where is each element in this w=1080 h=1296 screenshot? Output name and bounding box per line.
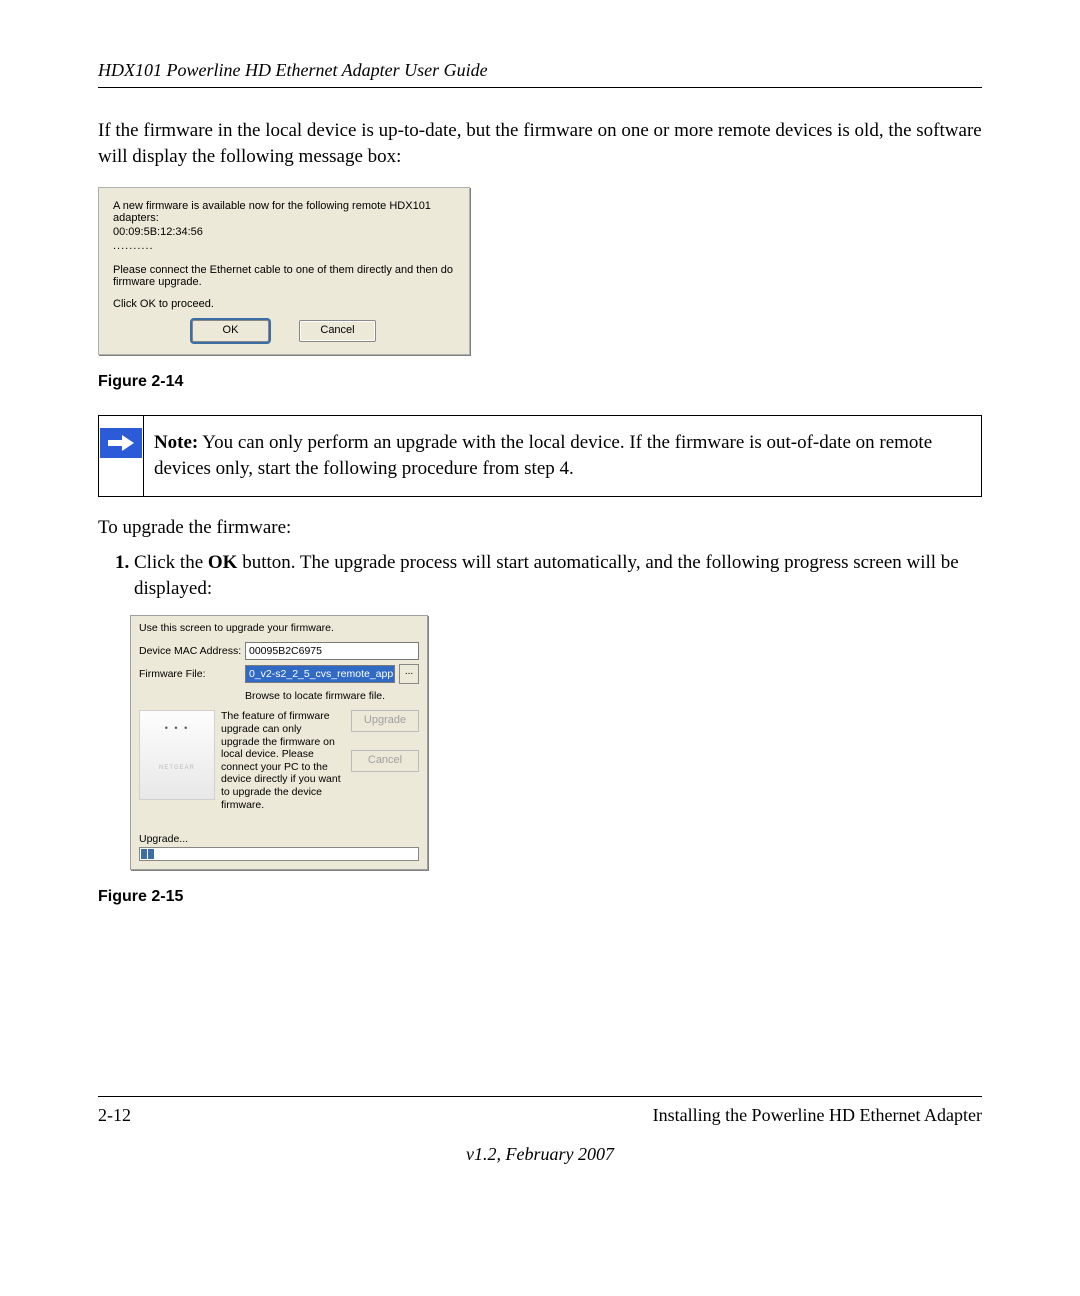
device-image: NETGEAR bbox=[139, 710, 215, 800]
browse-button[interactable]: ... bbox=[399, 664, 419, 684]
figure-caption-2: Figure 2-15 bbox=[98, 888, 982, 906]
figure-caption-1: Figure 2-14 bbox=[98, 373, 982, 391]
firmware-description: The feature of firmware upgrade can only… bbox=[221, 710, 341, 811]
mac-address-field[interactable]: 00095B2C6975 bbox=[245, 642, 419, 660]
upgrade-button[interactable]: Upgrade bbox=[351, 710, 419, 732]
mac-address-label: Device MAC Address: bbox=[139, 645, 245, 657]
upgrade-status: Upgrade... bbox=[139, 833, 419, 845]
dialog1-mac: 00:09:5B:12:34:56 bbox=[113, 226, 455, 238]
cancel-upgrade-button[interactable]: Cancel bbox=[351, 750, 419, 772]
firmware-file-field[interactable]: 0_v2-s2_2_5_cvs_remote_app.ftp bbox=[245, 665, 395, 683]
ok-button[interactable]: OK bbox=[192, 320, 269, 342]
doc-version: v1.2, February 2007 bbox=[98, 1144, 982, 1165]
page-number: 2-12 bbox=[98, 1105, 131, 1126]
intro-paragraph: If the firmware in the local device is u… bbox=[98, 118, 982, 169]
upgrade-intro: To upgrade the firmware: bbox=[98, 515, 982, 541]
note-box: Note: You can only perform an upgrade wi… bbox=[98, 415, 982, 496]
firmware-file-label: Firmware File: bbox=[139, 668, 245, 680]
step1-bold: OK bbox=[208, 552, 238, 573]
step1-post: button. The upgrade process will start a… bbox=[134, 552, 959, 599]
dialog2-intro: Use this screen to upgrade your firmware… bbox=[139, 622, 419, 634]
step1-pre: Click the bbox=[134, 552, 208, 573]
page-header-title: HDX101 Powerline HD Ethernet Adapter Use… bbox=[98, 60, 982, 81]
step-1: Click the OK button. The upgrade process… bbox=[134, 550, 982, 601]
section-title: Installing the Powerline HD Ethernet Ada… bbox=[653, 1105, 982, 1126]
progress-block bbox=[148, 849, 154, 859]
note-label: Note: bbox=[154, 432, 198, 453]
arrow-right-icon bbox=[100, 428, 142, 458]
dialog1-dots: .......... bbox=[113, 240, 455, 252]
header-divider bbox=[98, 87, 982, 88]
dialog1-line3: Click OK to proceed. bbox=[113, 298, 455, 310]
progress-block bbox=[141, 849, 147, 859]
firmware-available-dialog: A new firmware is available now for the … bbox=[98, 187, 470, 355]
upgrade-firmware-dialog: Use this screen to upgrade your firmware… bbox=[130, 615, 428, 870]
cancel-button[interactable]: Cancel bbox=[299, 320, 376, 342]
note-body: You can only perform an upgrade with the… bbox=[154, 432, 932, 479]
footer-divider bbox=[98, 1096, 982, 1097]
browse-hint: Browse to locate firmware file. bbox=[245, 690, 419, 702]
note-text: Note: You can only perform an upgrade wi… bbox=[144, 416, 981, 495]
dialog1-line2: Please connect the Ethernet cable to one… bbox=[113, 264, 455, 288]
dialog1-line1: A new firmware is available now for the … bbox=[113, 200, 455, 224]
progress-bar bbox=[139, 847, 419, 861]
device-brand-label: NETGEAR bbox=[140, 765, 214, 771]
